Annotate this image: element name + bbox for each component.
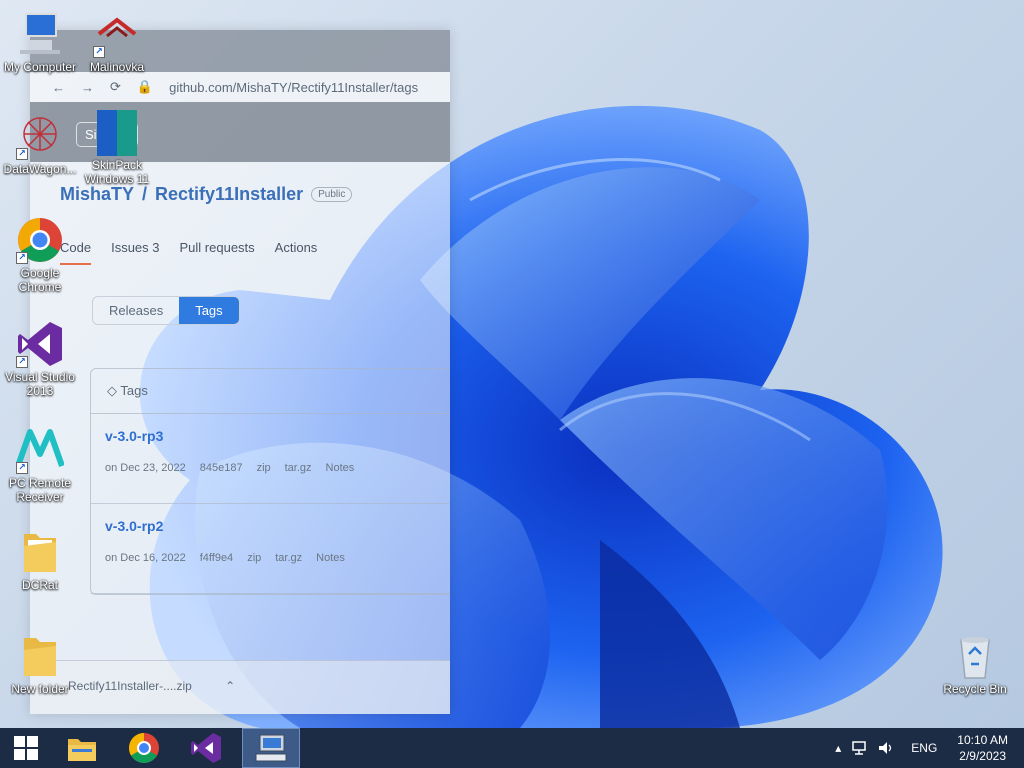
forward-icon[interactable]: → bbox=[81, 80, 94, 95]
taskbar-file-explorer-button[interactable] bbox=[56, 728, 108, 768]
desktop-icon-label: PC Remote Receiver bbox=[8, 476, 72, 504]
desktop-icon-label: Google Chrome bbox=[18, 266, 62, 294]
repo-title: MishaTY / Rectify11Installer Public bbox=[60, 184, 353, 205]
tags-header: ◇ Tags bbox=[91, 369, 450, 414]
tag-targz-link[interactable]: tar.gz bbox=[285, 462, 312, 474]
desktop-icon-malinovka[interactable]: ↗ Malinovka bbox=[77, 10, 157, 74]
tab-pull-requests[interactable]: Pull requests bbox=[180, 240, 255, 265]
clock-time: 10:10 AM bbox=[957, 733, 1008, 747]
taskbar-remote-app-button[interactable] bbox=[242, 728, 300, 768]
desktop-icon-label: Malinovka bbox=[89, 60, 145, 74]
folder-icon bbox=[16, 528, 64, 576]
desktop-icon-label: My Computer bbox=[3, 60, 77, 74]
system-tray: ▴ ENG 10:10 AM 2/9/2023 bbox=[835, 728, 1024, 768]
shortcut-arrow-icon: ↗ bbox=[16, 356, 28, 368]
desktop-icon-label: DCRat bbox=[21, 578, 58, 592]
visual-studio-icon: ↗ bbox=[16, 320, 64, 368]
tab-issues-label: Issues bbox=[111, 240, 149, 255]
skinpack-icon bbox=[93, 108, 141, 158]
network-icon[interactable] bbox=[851, 740, 867, 756]
desktop-icon-dcrat[interactable]: DCRat bbox=[0, 528, 80, 592]
back-icon[interactable]: ← bbox=[52, 80, 65, 95]
reload-icon[interactable]: ⟳ bbox=[110, 79, 121, 95]
datawagon-icon: ↗ bbox=[16, 112, 64, 160]
tag-zip-link[interactable]: zip bbox=[257, 462, 271, 474]
visual-studio-icon bbox=[191, 733, 221, 763]
desktop-icon-recycle-bin[interactable]: Recycle Bin bbox=[935, 632, 1015, 696]
address-bar[interactable]: ← → ⟳ 🔒 github.com/MishaTY/Rectify11Inst… bbox=[30, 72, 450, 102]
lock-icon: 🔒 bbox=[136, 79, 154, 94]
desktop-icon-label: Recycle Bin bbox=[943, 682, 1007, 696]
shortcut-arrow-icon: ↗ bbox=[16, 148, 28, 160]
tag-icon: ◇ bbox=[107, 383, 117, 398]
desktop-icon-label: Visual Studio 2013 bbox=[5, 370, 75, 398]
tags-list: ◇ Tags v-3.0-rp3 on Dec 23, 2022 845e187… bbox=[90, 368, 450, 595]
computer-icon bbox=[16, 10, 64, 58]
desktop-icon-pc-remote[interactable]: ↗ PC Remote Receiver bbox=[0, 426, 80, 504]
releases-tab[interactable]: Releases bbox=[93, 297, 179, 324]
tag-meta: on Dec 23, 2022 845e187 zip tar.gz Notes bbox=[105, 462, 450, 474]
tag-date: on Dec 16, 2022 bbox=[105, 552, 186, 564]
desktop-icon-label: DataWagon... bbox=[3, 162, 77, 176]
folder-icon bbox=[16, 632, 64, 680]
repo-name-link[interactable]: Rectify11Installer bbox=[155, 184, 303, 205]
tag-name-link[interactable]: v-3.0-rp3 bbox=[105, 428, 450, 444]
chevron-up-icon[interactable]: ⌃ bbox=[225, 679, 235, 693]
clock-date: 2/9/2023 bbox=[959, 749, 1006, 763]
pc-remote-icon: ↗ bbox=[15, 426, 65, 474]
file-explorer-icon bbox=[68, 739, 96, 761]
recycle-bin-icon bbox=[951, 632, 999, 680]
tag-date: on Dec 23, 2022 bbox=[105, 462, 186, 474]
desktop-icon-label: SkinPack Windows 11 bbox=[84, 158, 150, 186]
desktop-icon-new-folder[interactable]: New folder bbox=[0, 632, 80, 696]
url-text[interactable]: github.com/MishaTY/Rectify11Installer/ta… bbox=[169, 80, 418, 95]
tab-actions[interactable]: Actions bbox=[275, 240, 318, 265]
chrome-icon bbox=[128, 733, 159, 764]
malinovka-icon: ↗ bbox=[93, 10, 141, 58]
tag-targz-link[interactable]: tar.gz bbox=[275, 552, 302, 564]
shortcut-arrow-icon: ↗ bbox=[16, 462, 28, 474]
repo-separator: / bbox=[142, 184, 148, 204]
tag-notes-link[interactable]: Notes bbox=[326, 462, 355, 474]
tag-commit-link[interactable]: 845e187 bbox=[200, 462, 243, 474]
desktop-icon-label: New folder bbox=[11, 682, 69, 696]
desktop-icon-chrome[interactable]: ↗ Google Chrome bbox=[0, 216, 80, 294]
desktop-icon-datawagon[interactable]: ↗ DataWagon... bbox=[0, 112, 80, 176]
repo-tabs: Code Issues 3 Pull requests Actions bbox=[60, 240, 317, 265]
chrome-icon: ↗ bbox=[16, 216, 64, 264]
taskbar: ▴ ENG 10:10 AM 2/9/2023 bbox=[0, 728, 1024, 768]
tag-notes-link[interactable]: Notes bbox=[316, 552, 345, 564]
tags-header-label: Tags bbox=[120, 383, 148, 398]
taskbar-chrome-button[interactable] bbox=[118, 728, 170, 768]
chevron-up-icon[interactable]: ▴ bbox=[835, 741, 841, 755]
clock[interactable]: 10:10 AM 2/9/2023 bbox=[957, 732, 1008, 764]
visibility-badge: Public bbox=[311, 187, 353, 202]
desktop-icon-visual-studio[interactable]: ↗ Visual Studio 2013 bbox=[0, 320, 80, 398]
repo-owner-link[interactable]: MishaTY bbox=[60, 184, 134, 205]
download-bar: Rectify11Installer-....zip ⌃ bbox=[30, 660, 450, 714]
tags-tab[interactable]: Tags bbox=[179, 297, 239, 324]
tab-issues[interactable]: Issues 3 bbox=[111, 240, 159, 265]
tag-zip-link[interactable]: zip bbox=[247, 552, 261, 564]
speaker-icon[interactable] bbox=[877, 740, 895, 756]
tag-row: v-3.0-rp3 on Dec 23, 2022 845e187 zip ta… bbox=[91, 414, 450, 504]
releases-tags-toggle: Releases Tags bbox=[92, 296, 240, 325]
start-button[interactable] bbox=[0, 728, 52, 768]
shortcut-arrow-icon: ↗ bbox=[93, 46, 105, 58]
monitor-keyboard-icon bbox=[255, 734, 287, 762]
tag-row: v-3.0-rp2 on Dec 16, 2022 f4ff9e4 zip ta… bbox=[91, 504, 450, 594]
download-item[interactable]: Rectify11Installer-....zip bbox=[68, 679, 192, 693]
tag-name-link[interactable]: v-3.0-rp2 bbox=[105, 518, 450, 534]
issues-count-badge: 3 bbox=[152, 240, 160, 255]
windows-logo-icon bbox=[14, 736, 38, 760]
desktop-icon-my-computer[interactable]: My Computer bbox=[0, 10, 80, 74]
language-indicator[interactable]: ENG bbox=[911, 741, 937, 755]
shortcut-arrow-icon: ↗ bbox=[16, 252, 28, 264]
tag-meta: on Dec 16, 2022 f4ff9e4 zip tar.gz Notes bbox=[105, 552, 450, 564]
taskbar-visual-studio-button[interactable] bbox=[180, 728, 232, 768]
tag-commit-link[interactable]: f4ff9e4 bbox=[200, 552, 233, 564]
desktop-icon-skinpack[interactable]: SkinPack Windows 11 bbox=[77, 108, 157, 186]
